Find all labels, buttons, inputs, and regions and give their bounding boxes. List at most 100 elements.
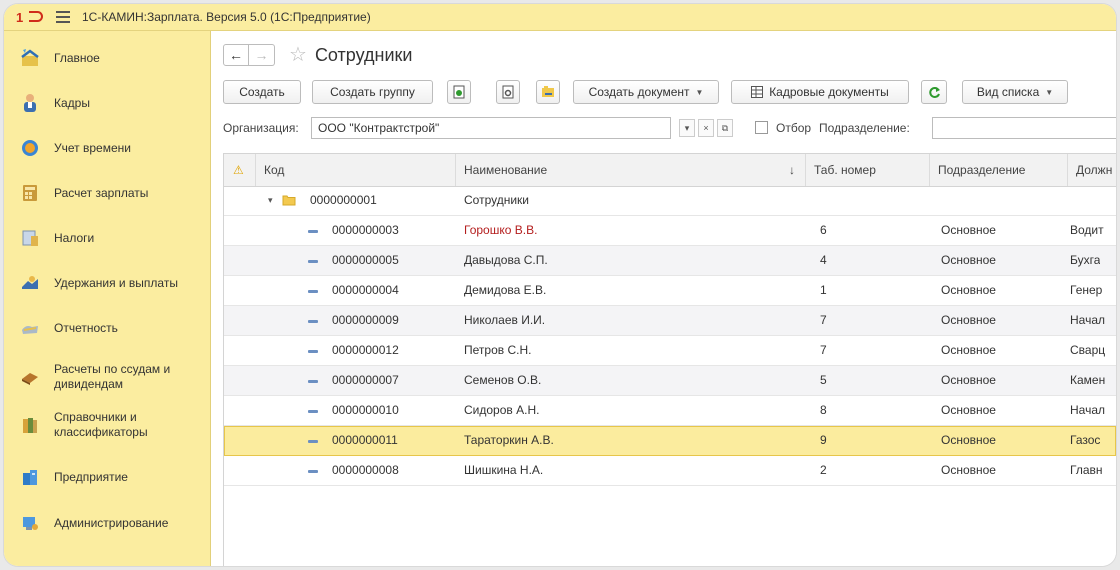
cell-dept: Основное xyxy=(941,313,996,327)
subdivision-label: Подразделение: xyxy=(819,121,910,135)
people-icon xyxy=(24,94,36,112)
column-position[interactable]: Должн xyxy=(1068,154,1116,186)
sidebar-item-loans[interactable]: Расчеты по ссудам и дивидендам xyxy=(4,357,210,397)
cell-dept: Основное xyxy=(941,253,996,267)
table-row[interactable]: 0000000012 Петров С.Н. 7 Основное Сварц xyxy=(224,336,1116,366)
hr-documents-button[interactable]: Кадровые документы xyxy=(731,80,909,104)
cell-dept: Основное xyxy=(941,223,996,237)
create-document-button[interactable]: Создать документ ▼ xyxy=(573,80,719,104)
item-icon xyxy=(308,320,318,323)
group-code: 0000000001 xyxy=(310,193,377,207)
move-to-group-button[interactable] xyxy=(536,80,560,104)
cell-name: Семенов О.В. xyxy=(464,373,542,387)
subdivision-field[interactable] xyxy=(932,117,1116,139)
group-name: Сотрудники xyxy=(464,193,529,207)
cell-tab: 6 xyxy=(820,223,827,237)
cell-tab: 7 xyxy=(820,343,827,357)
hr-documents-label: Кадровые документы xyxy=(769,85,889,99)
books-icon xyxy=(23,418,37,433)
calculator-icon xyxy=(23,185,37,201)
table-row[interactable]: 0000000005 Давыдова С.П. 4 Основное Бухг… xyxy=(224,246,1116,276)
gear-icon xyxy=(502,85,514,99)
cell-tab: 9 xyxy=(820,433,827,447)
filter-row: Организация: ООО "Контрактстрой" ▾ × ⧉ О… xyxy=(223,117,1116,141)
cell-code: 0000000004 xyxy=(332,283,399,297)
sidebar-item-label: Администрирование xyxy=(54,515,169,530)
expand-icon[interactable]: ▾ xyxy=(268,186,273,215)
sidebar-item-enterprise[interactable]: Предприятие xyxy=(4,457,210,497)
cell-code: 0000000009 xyxy=(332,313,399,327)
create-group-button[interactable]: Создать группу xyxy=(312,80,433,104)
forward-button[interactable]: → xyxy=(249,44,275,66)
cell-tab: 7 xyxy=(820,313,827,327)
sidebar-item-time[interactable]: Учет времени xyxy=(4,128,210,168)
column-subdivision[interactable]: Подразделение xyxy=(930,154,1068,186)
cell-dept: Основное xyxy=(941,343,996,357)
save-to-file-button[interactable] xyxy=(447,80,471,104)
sidebar-item-deductions[interactable]: Удержания и выплаты xyxy=(4,263,210,303)
sidebar-item-catalogs[interactable]: Справочники и классификаторы xyxy=(4,405,210,445)
sidebar-item-label: Кадры xyxy=(54,95,90,110)
main-panel: ← → ☆ Сотрудники Создать Создать группу … xyxy=(211,31,1116,566)
cell-tab: 8 xyxy=(820,403,827,417)
cell-name: Демидова Е.В. xyxy=(464,283,547,297)
item-icon xyxy=(308,260,318,263)
cell-position: Начал xyxy=(1070,403,1106,417)
save-file-icon xyxy=(453,85,465,99)
cell-name: Тараторкин А.В. xyxy=(464,433,554,447)
back-button[interactable]: ← xyxy=(223,44,249,66)
folder-icon xyxy=(282,195,296,206)
organization-field[interactable]: ООО "Контрактстрой" xyxy=(311,117,671,139)
reports-icon xyxy=(22,326,38,334)
list-view-label: Вид списка xyxy=(976,85,1040,99)
folder-move-icon xyxy=(542,86,554,97)
cell-code: 0000000005 xyxy=(332,253,399,267)
sidebar-item-admin[interactable]: Администрирование xyxy=(4,503,210,543)
column-name[interactable]: Наименование ↓ xyxy=(456,154,806,186)
clear-icon[interactable]: × xyxy=(698,119,714,137)
sidebar-item-label: Удержания и выплаты xyxy=(54,275,178,290)
cell-name: Петров С.Н. xyxy=(464,343,532,357)
main-menu-icon[interactable] xyxy=(56,11,70,23)
app-title: 1С-КАМИН:Зарплата. Версия 5.0 (1С:Предпр… xyxy=(82,10,371,24)
list-view-button[interactable]: Вид списка ▼ xyxy=(962,80,1068,104)
table-row[interactable]: 0000000008 Шишкина Н.А. 2 Основное Главн xyxy=(224,456,1116,486)
sidebar-item-payroll[interactable]: Расчет зарплаты xyxy=(4,173,210,213)
table-row[interactable]: 0000000003 Горошко В.В. 6 Основное Водит xyxy=(224,216,1116,246)
sidebar-item-staff[interactable]: Кадры xyxy=(4,83,210,123)
table-row[interactable]: 0000000010 Сидоров А.Н. 8 Основное Начал xyxy=(224,396,1116,426)
favorite-star-icon[interactable]: ☆ xyxy=(289,45,307,65)
group-row[interactable]: ▾ 0000000001 Сотрудники xyxy=(224,186,1116,216)
sidebar-item-label: Главное xyxy=(54,50,100,65)
table-row[interactable]: 0000000004 Демидова Е.В. 1 Основное Гене… xyxy=(224,276,1116,306)
cell-dept: Основное xyxy=(941,463,996,477)
cell-code: 0000000012 xyxy=(332,343,399,357)
cell-name: Николаев И.И. xyxy=(464,313,546,327)
table-row[interactable]: 0000000007 Семенов О.В. 5 Основное Камен xyxy=(224,366,1116,396)
sidebar-item-taxes[interactable]: Налоги xyxy=(4,218,210,258)
sidebar-item-main[interactable]: Главное xyxy=(4,38,210,78)
chevron-down-icon: ▼ xyxy=(1045,87,1054,97)
settings-button[interactable] xyxy=(496,80,520,104)
cell-position: Газос xyxy=(1070,433,1101,447)
home-icon xyxy=(21,49,39,66)
column-code[interactable]: Код xyxy=(256,154,456,186)
warning-icon[interactable]: ⚠ xyxy=(224,154,256,186)
refresh-button[interactable] xyxy=(921,80,947,104)
chevron-down-icon: ▼ xyxy=(695,87,704,97)
cell-position: Камен xyxy=(1070,373,1106,387)
title-bar: 1 1С-КАМИН:Зарплата. Версия 5.0 (1С:Пред… xyxy=(4,4,1116,31)
organization-dropdown-icon[interactable]: ▾ xyxy=(679,119,695,137)
create-button[interactable]: Создать xyxy=(223,80,301,104)
selection-checkbox[interactable] xyxy=(755,121,768,134)
table-row-selected[interactable]: 0000000011 Тараторкин А.В. 9 Основное Га… xyxy=(224,426,1116,456)
table-row[interactable]: 0000000009 Николаев И.И. 7 Основное Нача… xyxy=(224,306,1116,336)
open-icon[interactable]: ⧉ xyxy=(717,119,733,137)
sidebar-item-reports[interactable]: Отчетность xyxy=(4,308,210,348)
cell-code: 0000000007 xyxy=(332,373,399,387)
sidebar-item-label: Предприятие xyxy=(54,469,128,484)
column-tab-number[interactable]: Таб. номер xyxy=(806,154,930,186)
sidebar-item-label: Расчет зарплаты xyxy=(54,185,149,200)
cell-name: Сидоров А.Н. xyxy=(464,403,540,417)
refresh-icon xyxy=(928,86,940,98)
